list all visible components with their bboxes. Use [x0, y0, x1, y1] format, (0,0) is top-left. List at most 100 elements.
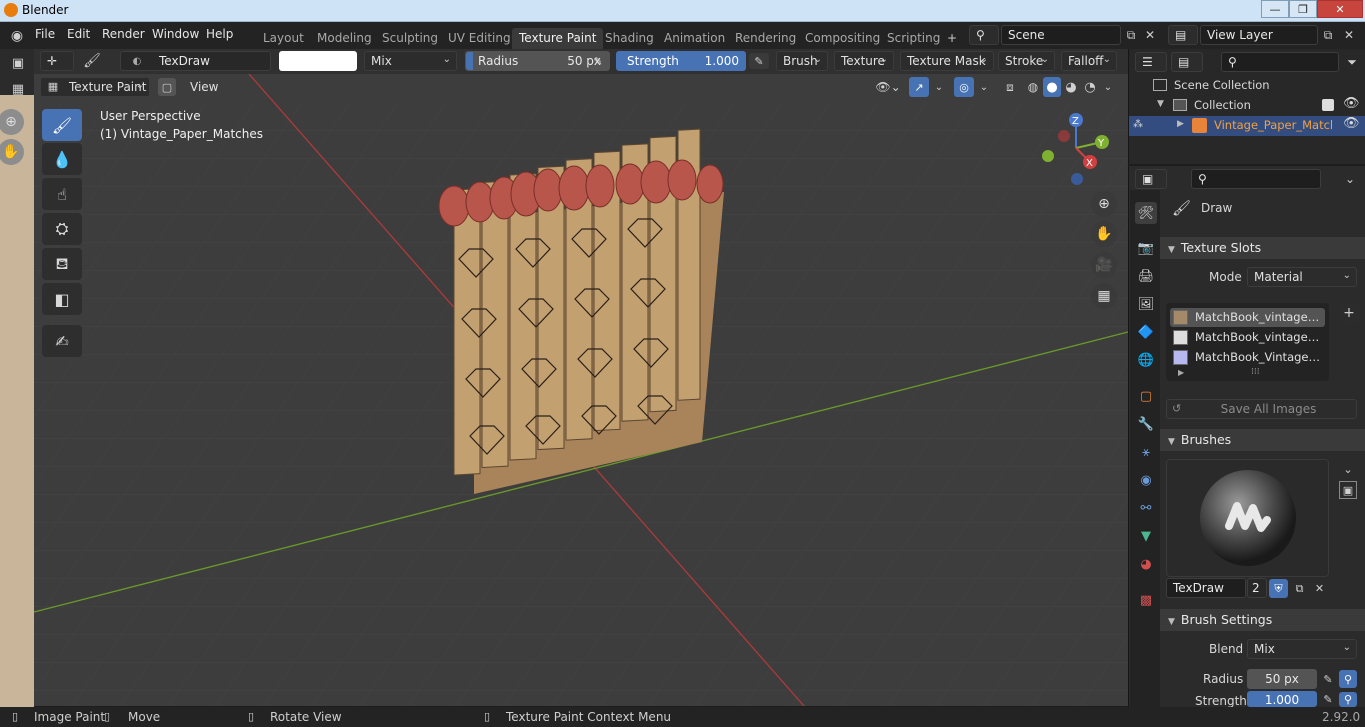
pan-icon[interactable]: ✋ [1091, 221, 1117, 247]
menu-file[interactable]: File [35, 27, 55, 41]
chevron-down-icon[interactable]: ⌄ [1339, 461, 1357, 477]
new-scene-icon[interactable]: ⧉ [1122, 26, 1140, 44]
collection-expand-icon[interactable]: ▼ [1157, 99, 1164, 109]
chevron-down-icon[interactable]: ⌄ [977, 78, 991, 96]
editor-type-icon[interactable]: ▣ [8, 53, 28, 73]
falloff-dropdown[interactable]: Falloff ⌄ [1061, 51, 1117, 71]
view-layer-name-field[interactable]: View Layer [1200, 25, 1318, 45]
unified-strength-icon[interactable]: ⚲ [1339, 692, 1357, 707]
duplicate-brush-icon[interactable]: ⧉ [1290, 579, 1309, 598]
collection-label[interactable]: Collection [1194, 98, 1251, 112]
chevron-down-icon[interactable]: ⌄ [932, 78, 946, 96]
texture-mask-dropdown[interactable]: Texture Mask ⌄ [900, 51, 994, 71]
scene-name-field[interactable]: Scene [1001, 25, 1121, 45]
brush-datablock-name[interactable]: TexDraw [1166, 578, 1246, 598]
object-expand-icon[interactable]: ▶ [1177, 119, 1184, 129]
collection-checkbox[interactable] [1322, 99, 1334, 111]
outliner-search-input[interactable]: ⚲ [1221, 52, 1339, 72]
texture-tab-icon[interactable]: ▩ [1135, 589, 1157, 611]
object-tab-icon[interactable]: ▢ [1135, 385, 1157, 407]
clone-tool-button[interactable]: ⛭ [42, 213, 82, 245]
chevron-down-icon[interactable]: ⌄ [1101, 78, 1115, 96]
pressure-strength-icon[interactable]: ✎ [1319, 692, 1337, 707]
texture-menu-dropdown[interactable]: Texture ⌄ [834, 51, 894, 71]
new-view-layer-icon[interactable]: ⧉ [1319, 26, 1337, 44]
soften-tool-button[interactable]: 💧 [42, 143, 82, 175]
brush-radius-field[interactable]: 50 px [1247, 669, 1317, 689]
gizmo-toggle-icon[interactable]: ↗ [909, 77, 929, 97]
fake-user-shield-icon[interactable]: ⛨ [1269, 579, 1288, 598]
tab-uv-editing[interactable]: UV Editing [441, 28, 518, 49]
tab-scripting[interactable]: Scripting [880, 28, 947, 49]
unlink-brush-icon[interactable]: ✕ [1310, 579, 1329, 598]
brush-tool-icon[interactable]: 🖌 [80, 51, 104, 71]
texture-slot-item[interactable]: MatchBook_vintage_diff... [1170, 308, 1325, 327]
tab-texture-paint[interactable]: Texture Paint [512, 28, 604, 49]
solid-shading-icon[interactable]: ● [1043, 77, 1061, 97]
world-tab-icon[interactable]: 🌐 [1135, 349, 1157, 371]
list-expand-icon[interactable]: ▶ [1178, 368, 1184, 377]
modifier-tab-icon[interactable]: 🔧 [1135, 413, 1157, 435]
view-menu[interactable]: View [183, 77, 221, 97]
fill-tool-button[interactable]: ⛾ [42, 248, 82, 280]
scene-tab-icon[interactable]: 🔷 [1135, 321, 1157, 343]
brush-image-icon[interactable]: ▣ [1339, 481, 1357, 499]
minimize-button[interactable]: — [1261, 0, 1289, 18]
tool-tab-icon[interactable]: 🛠 [1135, 202, 1157, 224]
close-button[interactable]: ✕ [1317, 0, 1363, 18]
tool-settings-button[interactable]: ✛ [40, 51, 74, 71]
tab-shading[interactable]: Shading [598, 28, 661, 49]
brush-blend-dropdown[interactable]: Mix ⌄ [1247, 639, 1357, 659]
maximize-button[interactable]: ❐ [1289, 0, 1317, 18]
eye-icon[interactable]: 👁 [1343, 116, 1360, 131]
paint-color-swatch[interactable] [279, 51, 357, 71]
brush-menu-dropdown[interactable]: Brush ⌄ [776, 51, 828, 71]
navigation-gizmo[interactable]: Z Y X [1034, 108, 1124, 188]
particles-tab-icon[interactable]: ⚹ [1135, 441, 1157, 463]
tab-modeling[interactable]: Modeling [310, 28, 379, 49]
brush-browse-icon[interactable]: ◐ [129, 53, 145, 69]
mask-tool-button[interactable]: ◧ [42, 283, 82, 315]
3d-viewport[interactable]: Texture Paint ⌄ ▦ ▢ View 👁⌄ ↗ ⌄ ◎ ⌄ ⧈ ◍ ●… [34, 74, 1128, 706]
tab-animation[interactable]: Animation [657, 28, 732, 49]
tab-layout[interactable]: Layout [256, 28, 311, 49]
view-layer-tab-icon[interactable]: 🖼 [1135, 293, 1157, 315]
annotate-tool-button[interactable]: ✍ [42, 325, 82, 357]
object-name-label[interactable]: Vintage_Paper_Matcl [1214, 118, 1333, 132]
tab-sculpting[interactable]: Sculpting [375, 28, 445, 49]
output-tab-icon[interactable]: 🖨 [1135, 265, 1157, 287]
brush-user-count[interactable]: 2 [1247, 578, 1267, 598]
blender-menu-icon[interactable]: ◉ [8, 27, 26, 45]
eye-icon[interactable]: 👁 [1343, 96, 1360, 111]
add-slot-icon[interactable]: + [1339, 303, 1359, 323]
list-resize-handle[interactable]: ⁞⁞⁞ [1251, 367, 1260, 377]
outliner-editor-type-button[interactable]: ☰ [1135, 52, 1167, 72]
display-mode-button[interactable]: ▤ [1171, 52, 1203, 72]
brushes-header[interactable]: ▼ Brushes [1160, 429, 1365, 451]
stroke-dropdown[interactable]: Stroke ⌄ [998, 51, 1055, 71]
properties-editor-type-button[interactable]: ▣ [1135, 169, 1167, 189]
filter-icon[interactable]: ⏷ [1343, 53, 1361, 71]
brush-strength-field[interactable]: 1.000 [1247, 691, 1317, 707]
unified-radius-icon[interactable]: ⚲ [1339, 670, 1357, 688]
rendered-shading-icon[interactable]: ◔ [1081, 77, 1099, 97]
texture-slots-header[interactable]: ▼ Texture Slots [1160, 237, 1365, 259]
smear-tool-button[interactable]: ☝ [42, 178, 82, 210]
constraints-tab-icon[interactable]: ⚯ [1135, 497, 1157, 519]
render-tab-icon[interactable]: 📷 [1135, 237, 1157, 259]
material-preview-icon[interactable]: ◕ [1062, 77, 1080, 97]
visibility-selector-icon[interactable]: 👁⌄ [872, 78, 904, 96]
properties-search-input[interactable]: ⚲ [1191, 169, 1321, 189]
strength-slider[interactable]: Strength 1.000 [616, 51, 746, 71]
blend-mode-dropdown[interactable]: Mix ⌄ [364, 51, 457, 71]
perspective-toggle-icon[interactable]: ▦ [1091, 283, 1117, 309]
texture-slot-item[interactable]: MatchBook_vintage_sp... [1170, 328, 1325, 347]
zoom-icon[interactable]: ⊕ [1091, 191, 1117, 217]
menu-help[interactable]: Help [206, 27, 233, 41]
material-tab-icon[interactable]: ◕ [1135, 553, 1157, 575]
draw-tool-button[interactable]: 🖌 [42, 109, 82, 141]
delete-scene-icon[interactable]: ✕ [1141, 26, 1159, 44]
xray-toggle-icon[interactable]: ⧈ [1000, 77, 1020, 97]
chevron-down-icon[interactable]: ⌄ [1341, 170, 1359, 188]
pan-hand-icon[interactable]: ✋ [0, 139, 24, 165]
